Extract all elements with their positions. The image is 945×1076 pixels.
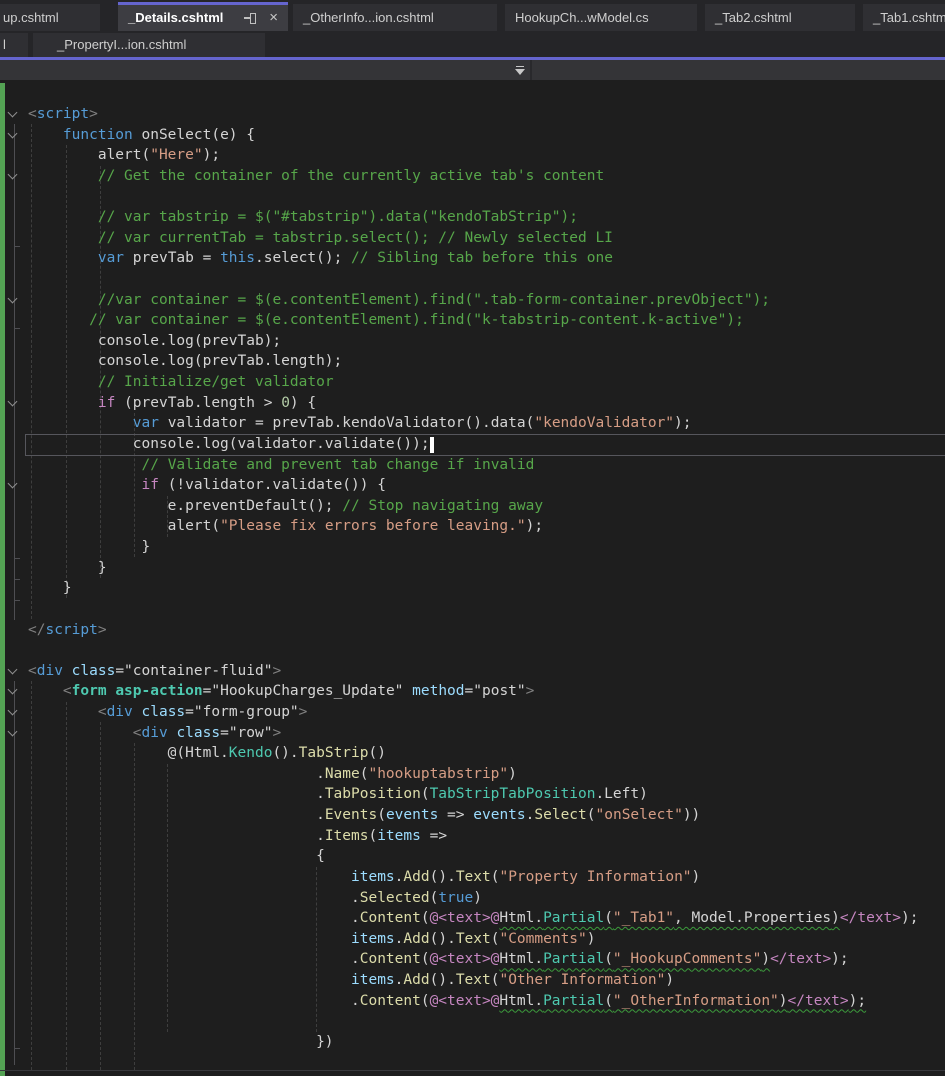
code-line[interactable]: <script> <box>28 104 98 125</box>
code-line[interactable]: // var currentTab = tabstrip.select(); /… <box>28 228 613 249</box>
tab-label: _PropertyI...ion.cshtml <box>57 37 187 52</box>
tab-hookupch-wmodel[interactable]: HookupCh...wModel.cs <box>505 4 697 31</box>
code-line[interactable]: var validator = prevTab.kendoValidator()… <box>28 413 692 434</box>
code-line[interactable]: // var container = $(e.contentElement).f… <box>28 310 744 331</box>
code-line[interactable]: // Initialize/get validator <box>28 372 334 393</box>
code-line[interactable]: <div class="container-fluid"> <box>28 661 281 682</box>
code-line[interactable]: function onSelect(e) { <box>28 125 255 146</box>
editor-bottom-divider <box>0 1070 945 1071</box>
code-line[interactable]: alert("Here"); <box>28 145 220 166</box>
tab-label: up.cshtml <box>3 10 59 25</box>
code-line[interactable]: .Name("hookuptabstrip") <box>28 764 517 785</box>
document-tab-bar: up.cshtml _Details.cshtml × _OtherInfo...io… <box>0 0 945 57</box>
code-line[interactable]: .Content(@<text>@Html.Partial("_OtherInf… <box>28 991 866 1012</box>
code-line[interactable]: } <box>28 578 72 599</box>
code-line[interactable]: .TabPosition(TabStripTabPosition.Left) <box>28 784 648 805</box>
editor-header-band <box>0 60 945 80</box>
code-line[interactable]: </script> <box>28 620 107 641</box>
tab-tab2-cshtml[interactable]: _Tab2.cshtml <box>705 4 855 31</box>
tab-details-cshtml[interactable]: _Details.cshtml × <box>118 2 288 31</box>
code-line[interactable]: items.Add().Text("Property Information") <box>28 867 700 888</box>
code-line[interactable]: }) <box>28 1032 333 1053</box>
outlining-margin <box>14 246 20 247</box>
outlining-margin <box>14 328 20 329</box>
triangle-down-icon[interactable] <box>515 69 525 75</box>
code-line[interactable]: console.log(validator.validate()); <box>28 434 430 455</box>
tab-up-cshtml[interactable]: up.cshtml <box>0 4 100 31</box>
outlining-margin <box>14 579 20 580</box>
code-line[interactable]: <div class="row"> <box>28 723 281 744</box>
code-line[interactable]: .Selected(true) <box>28 888 482 909</box>
code-line[interactable]: var prevTab = this.select(); // Sibling … <box>28 248 613 269</box>
code-line[interactable]: .Events(events => events.Select("onSelec… <box>28 805 700 826</box>
code-line[interactable]: } <box>28 558 107 579</box>
code-line[interactable]: // Validate and prevent tab change if in… <box>28 455 535 476</box>
code-line[interactable]: .Content(@<text>@Html.Partial("_HookupCo… <box>28 949 849 970</box>
code-line[interactable]: { <box>28 846 325 867</box>
pin-icon[interactable] <box>244 13 256 25</box>
close-icon[interactable]: × <box>269 5 278 31</box>
outlining-margin <box>14 681 15 1065</box>
tab-propertyi-cshtml[interactable]: _PropertyI...ion.cshtml <box>33 33 265 57</box>
tab-label: _OtherInfo...ion.cshtml <box>303 10 434 25</box>
code-line[interactable]: if (prevTab.length > 0) { <box>28 393 316 414</box>
code-line[interactable]: e.preventDefault(); // Stop navigating a… <box>28 496 543 517</box>
tab-otherinfo-cshtml[interactable]: _OtherInfo...ion.cshtml <box>293 4 497 31</box>
vs-editor-window: up.cshtml _Details.cshtml × _OtherInfo...io… <box>0 0 945 1076</box>
code-line[interactable]: // Get the container of the currently ac… <box>28 166 604 187</box>
change-tracking-margin <box>0 83 5 1076</box>
code-line[interactable]: <div class="form-group"> <box>28 702 308 723</box>
tab-label: _Details.cshtml <box>128 10 224 25</box>
outlining-margin <box>14 600 20 601</box>
code-line[interactable]: items.Add().Text("Comments") <box>28 929 596 950</box>
tab-clipped-tab[interactable]: l <box>0 33 28 57</box>
outlining-margin <box>14 124 15 620</box>
tab-label: _Tab1.cshtml <box>873 10 945 25</box>
code-line[interactable]: <form asp-action="HookupCharges_Update" … <box>28 681 534 702</box>
code-line[interactable]: if (!validator.validate()) { <box>28 475 386 496</box>
code-line[interactable]: console.log(prevTab); <box>28 331 281 352</box>
code-line[interactable]: .Content(@<text>@Html.Partial("_Tab1", M… <box>28 908 918 929</box>
outlining-margin <box>14 558 20 559</box>
code-line[interactable]: @(Html.Kendo().TabStrip() <box>28 743 386 764</box>
code-line[interactable]: // var tabstrip = $("#tabstrip").data("k… <box>28 207 578 228</box>
code-line[interactable]: alert("Please fix errors before leaving.… <box>28 516 543 537</box>
tab-tab1-cshtml[interactable]: _Tab1.cshtml <box>863 4 945 31</box>
split-dropdown-icon[interactable] <box>516 66 524 67</box>
tab-label: l <box>3 37 6 52</box>
tab-label: HookupCh...wModel.cs <box>515 10 649 25</box>
code-line[interactable]: .Items(items => <box>28 826 447 847</box>
code-line[interactable]: //var container = $(e.contentElement).fi… <box>28 290 770 311</box>
outlining-margin <box>14 1048 20 1049</box>
tab-label: _Tab2.cshtml <box>715 10 792 25</box>
code-line[interactable]: console.log(prevTab.length); <box>28 351 342 372</box>
band-separator <box>530 60 532 80</box>
code-line[interactable]: } <box>28 537 150 558</box>
text-cursor <box>430 437 434 453</box>
code-line[interactable]: items.Add().Text("Other Information") <box>28 970 674 991</box>
